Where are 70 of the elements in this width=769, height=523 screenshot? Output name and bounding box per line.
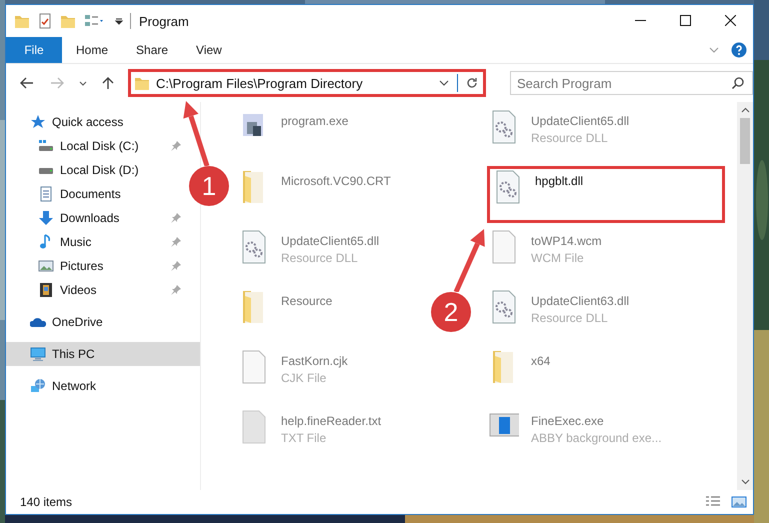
- file-item[interactable]: Resource: [237, 286, 336, 324]
- scroll-up-icon[interactable]: [740, 107, 750, 113]
- star-icon: [30, 114, 46, 130]
- file-type: TXT File: [281, 431, 328, 445]
- file-menu-button[interactable]: File: [6, 37, 62, 63]
- scrollbar[interactable]: [737, 102, 753, 490]
- file-name: help.fineReader.txt: [281, 414, 382, 428]
- file-item[interactable]: x64: [487, 346, 554, 384]
- file-type: Resource DLL: [531, 311, 609, 325]
- properties-icon[interactable]: [38, 13, 52, 29]
- file-name: toWP14.wcm: [531, 234, 602, 248]
- nav-item[interactable]: Network: [6, 374, 188, 398]
- large-icons-view-icon[interactable]: [731, 495, 747, 509]
- file-item[interactable]: UpdateClient65.dll Resource DLL: [237, 226, 384, 265]
- search-icon[interactable]: [731, 76, 745, 90]
- file-name: x64: [531, 354, 550, 368]
- nav-item[interactable]: Local Disk (D:): [6, 158, 188, 182]
- search-field[interactable]: Search Program: [510, 71, 753, 95]
- file-name: program.exe: [281, 114, 348, 128]
- file-name: UpdateClient65.dll: [531, 114, 630, 128]
- maximize-icon[interactable]: [680, 15, 691, 26]
- file-item[interactable]: FineExec.exe ABBY background exe...: [487, 406, 666, 445]
- help-icon[interactable]: [731, 42, 747, 58]
- file-name: UpdateClient63.dll: [531, 294, 630, 308]
- ribbon-tab[interactable]: View: [182, 37, 236, 63]
- close-icon[interactable]: [725, 15, 736, 26]
- file-name: FastKorn.cjk: [281, 354, 348, 368]
- download-icon: [38, 210, 54, 226]
- file-item[interactable]: toWP14.wcm WCM File: [487, 226, 606, 265]
- scroll-down-icon[interactable]: [740, 479, 750, 485]
- nav-item[interactable]: Quick access: [6, 110, 188, 134]
- nav-item[interactable]: Local Disk (C:): [6, 134, 188, 158]
- file-item[interactable]: help.fineReader.txt TXT File: [237, 406, 386, 445]
- file-type: Resource DLL: [531, 131, 609, 145]
- file-item[interactable]: UpdateClient65.dll Resource DLL: [487, 106, 634, 145]
- document-icon: [38, 186, 54, 202]
- file-item[interactable]: hpgblt.dll: [487, 166, 725, 223]
- file-type: ABBY background exe...: [531, 431, 662, 445]
- file-item[interactable]: FastKorn.cjk CJK File: [237, 346, 352, 385]
- ribbon-tab[interactable]: Home: [62, 37, 122, 63]
- nav-item[interactable]: Music: [6, 230, 188, 254]
- film-icon: [38, 282, 54, 298]
- scroll-thumb[interactable]: [740, 118, 750, 164]
- file-item[interactable]: UpdateClient63.dll Resource DLL: [487, 286, 634, 325]
- file-name: Microsoft.VC90.CRT: [281, 174, 391, 188]
- file-type: WCM File: [531, 251, 585, 265]
- nav-item[interactable]: Downloads: [6, 206, 188, 230]
- file-name: UpdateClient65.dll: [281, 234, 380, 248]
- picture-icon: [38, 258, 54, 274]
- file-name: FineExec.exe: [531, 414, 605, 428]
- network-icon: [30, 378, 46, 394]
- nav-item[interactable]: OneDrive: [6, 310, 188, 334]
- file-name: hpgblt.dll: [535, 174, 584, 188]
- file-item[interactable]: Microsoft.VC90.CRT: [237, 166, 395, 204]
- file-name: Resource: [281, 294, 332, 308]
- nav-item[interactable]: Documents: [6, 182, 188, 206]
- window-title: Program: [139, 14, 189, 28]
- customize-icon[interactable]: [84, 13, 106, 29]
- nav-item[interactable]: This PC: [6, 342, 200, 366]
- folder-icon: [134, 75, 150, 91]
- hard-drive-icon: [38, 138, 54, 154]
- ribbon-tab[interactable]: Share: [122, 37, 182, 63]
- item-count: 140 items: [20, 495, 72, 509]
- nav-item[interactable]: Videos: [6, 278, 188, 302]
- monitor-icon: [30, 346, 46, 362]
- nav-item[interactable]: Pictures: [6, 254, 188, 278]
- address-field[interactable]: C:\Program Files\Program Directory: [128, 69, 486, 97]
- file-type: CJK File: [281, 371, 328, 385]
- file-type: Resource DLL: [281, 251, 359, 265]
- file-item[interactable]: program.exe: [237, 106, 352, 144]
